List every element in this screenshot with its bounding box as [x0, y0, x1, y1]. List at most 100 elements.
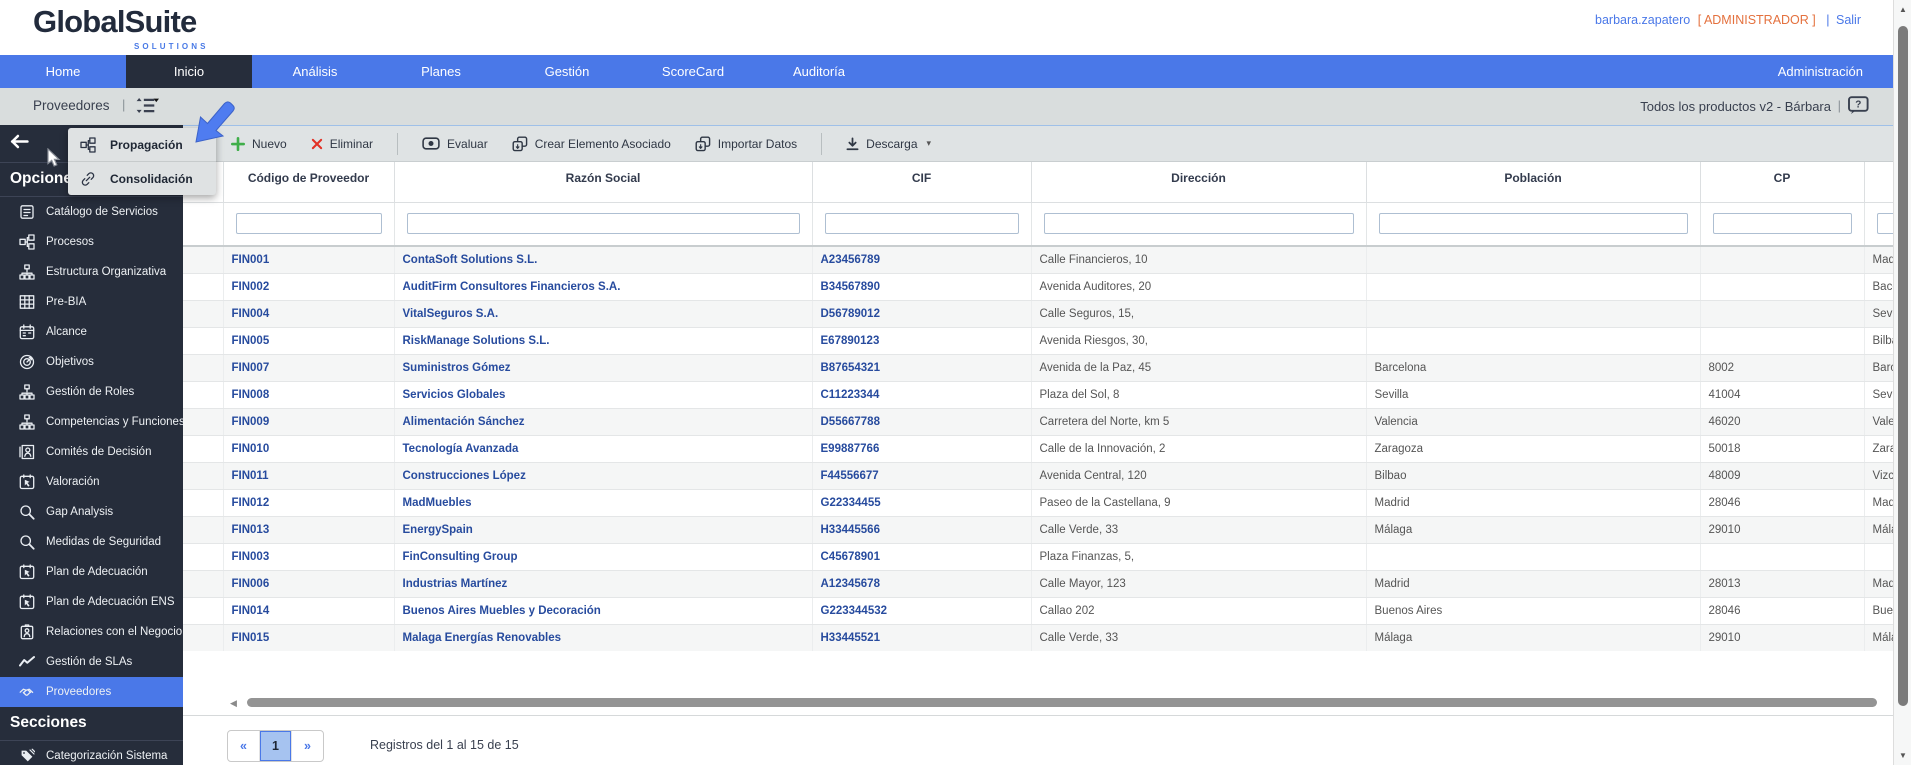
filter-input-provincia[interactable]: [1876, 213, 1893, 235]
cell-codigo[interactable]: FIN006: [223, 570, 395, 598]
column-header-cif[interactable]: CIF: [812, 162, 1032, 203]
sidebar-item-medidas-de-seguridad[interactable]: Medidas de Seguridad: [0, 527, 183, 557]
table-row[interactable]: FIN015 Malaga Energías Renovables H3344552…: [183, 624, 1893, 651]
table-row[interactable]: FIN005 RiskManage Solutions S.L. E67890123…: [183, 327, 1893, 355]
sidebar-item-comites-de-decision[interactable]: Comités de Decisión: [0, 437, 183, 467]
menu-item-consolidacion[interactable]: Consolidación: [68, 161, 216, 195]
sidebar-item-objetivos[interactable]: Objetivos: [0, 347, 183, 377]
cell-razon[interactable]: Malaga Energías Renovables: [394, 624, 813, 651]
table-row[interactable]: FIN012 MadMuebles G22334455 Paseo de la Cas…: [183, 489, 1893, 517]
cell-codigo[interactable]: FIN013: [223, 516, 395, 544]
table-row[interactable]: FIN007 Suministros Gómez B87654321 Avenida …: [183, 354, 1893, 382]
cell-razon[interactable]: Industrias Martínez: [394, 570, 813, 598]
cell-cif[interactable]: E99887766: [812, 435, 1032, 463]
cell-razon[interactable]: FinConsulting Group: [394, 543, 813, 571]
tab-auditoria[interactable]: Auditoría: [756, 55, 882, 88]
cell-codigo[interactable]: FIN010: [223, 435, 395, 463]
cell-codigo[interactable]: FIN004: [223, 300, 395, 328]
cell-cif[interactable]: G223344532: [812, 597, 1032, 625]
column-header-razon[interactable]: Razón Social: [394, 162, 813, 203]
nuevo-button[interactable]: Nuevo: [231, 136, 287, 151]
table-row[interactable]: FIN014 Buenos Aires Muebles y Decoración G…: [183, 597, 1893, 625]
cell-codigo[interactable]: FIN001: [223, 246, 395, 274]
cell-codigo[interactable]: FIN005: [223, 327, 395, 355]
sidebar-item-valoracion[interactable]: Valoración: [0, 467, 183, 497]
back-arrow-icon[interactable]: [10, 134, 29, 154]
cell-codigo[interactable]: FIN014: [223, 597, 395, 625]
cell-razon[interactable]: Construcciones López: [394, 462, 813, 490]
table-row[interactable]: FIN001 ContaSoft Solutions S.L. A23456789 C…: [183, 246, 1893, 274]
cell-razon[interactable]: RiskManage Solutions S.L.: [394, 327, 813, 355]
cell-cif[interactable]: B34567890: [812, 273, 1032, 301]
table-row[interactable]: FIN006 Industrias Martínez A12345678 Calle …: [183, 570, 1893, 598]
page-1-button[interactable]: 1: [260, 731, 292, 761]
table-row[interactable]: FIN008 Servicios Globales C11223344 Plaza d…: [183, 381, 1893, 409]
sidebar-item-plan-de-adecuacion-ens[interactable]: Plan de Adecuación ENS: [0, 587, 183, 617]
horizontal-scroll-thumb[interactable]: [247, 698, 1877, 707]
importar-datos-button[interactable]: Importar Datos: [695, 136, 797, 152]
cell-cif[interactable]: A23456789: [812, 246, 1032, 274]
sidebar-item-alcance[interactable]: Alcance: [0, 317, 183, 347]
username-link[interactable]: barbara.zapatero: [1595, 13, 1690, 27]
filter-input-cif[interactable]: [824, 213, 1019, 235]
cell-razon[interactable]: AuditFirm Consultores Financieros S.A.: [394, 273, 813, 301]
cell-cif[interactable]: F44556677: [812, 462, 1032, 490]
cell-cif[interactable]: D56789012: [812, 300, 1032, 328]
column-header-provincia[interactable]: [1864, 162, 1893, 203]
table-row[interactable]: FIN002 AuditFirm Consultores Financieros …: [183, 273, 1893, 301]
tab-scorecard[interactable]: ScoreCard: [630, 55, 756, 88]
help-question-icon[interactable]: ?: [1848, 96, 1869, 120]
table-row[interactable]: FIN003 FinConsulting Group C45678901 Plaza …: [183, 543, 1893, 571]
filter-input-razon[interactable]: [406, 213, 800, 235]
cell-razon[interactable]: MadMuebles: [394, 489, 813, 517]
cell-cif[interactable]: D55667788: [812, 408, 1032, 436]
scroll-left-arrow-icon[interactable]: ◀: [230, 698, 237, 709]
filter-input-codigo[interactable]: [235, 213, 382, 235]
cell-codigo[interactable]: FIN002: [223, 273, 395, 301]
scroll-down-arrow-icon[interactable]: ▼: [1894, 751, 1911, 760]
cell-codigo[interactable]: FIN012: [223, 489, 395, 517]
cell-codigo[interactable]: FIN007: [223, 354, 395, 382]
sidebar-item-catalogo-de-servicios[interactable]: Catálogo de Servicios: [0, 197, 183, 227]
sidebar-item-gestion-de-roles[interactable]: Gestión de Roles: [0, 377, 183, 407]
sidebar-item-pre-bia[interactable]: Pre-BIA: [0, 287, 183, 317]
sidebar-item-competencias-y-funciones[interactable]: Competencias y Funciones: [0, 407, 185, 437]
page-last-button[interactable]: »: [292, 731, 323, 761]
cell-cif[interactable]: C45678901: [812, 543, 1032, 571]
tab-administracion[interactable]: Administración: [1748, 55, 1893, 88]
cell-razon[interactable]: Suministros Gómez: [394, 354, 813, 382]
cell-razon[interactable]: EnergySpain: [394, 516, 813, 544]
cell-razon[interactable]: Buenos Aires Muebles y Decoración: [394, 597, 813, 625]
sidebar-item-procesos[interactable]: Procesos: [0, 227, 183, 257]
column-header-cp[interactable]: CP: [1700, 162, 1865, 203]
cell-codigo[interactable]: FIN011: [223, 462, 395, 490]
sort-list-menu-icon[interactable]: [136, 97, 159, 119]
cell-cif[interactable]: H33445521: [812, 624, 1032, 651]
cell-cif[interactable]: A12345678: [812, 570, 1032, 598]
column-header-poblacion[interactable]: Población: [1366, 162, 1701, 203]
eliminar-button[interactable]: Eliminar: [311, 137, 373, 151]
evaluar-button[interactable]: Evaluar: [422, 137, 488, 151]
sidebar-item-plan-de-adecuacion[interactable]: Plan de Adecuación: [0, 557, 183, 587]
sidebar-item-gap-analysis[interactable]: Gap Analysis: [0, 497, 183, 527]
cell-cif[interactable]: H33445566: [812, 516, 1032, 544]
filter-input-poblacion[interactable]: [1378, 213, 1688, 235]
tab-planes[interactable]: Planes: [378, 55, 504, 88]
vertical-scrollbar[interactable]: ▲ ▼: [1893, 0, 1911, 765]
cell-razon[interactable]: ContaSoft Solutions S.L.: [394, 246, 813, 274]
table-row[interactable]: FIN004 VitalSeguros S.A. D56789012 Calle Se…: [183, 300, 1893, 328]
sidebar-item-relaciones-con-el-negocio[interactable]: Relaciones con el Negocio: [0, 617, 183, 647]
table-row[interactable]: FIN009 Alimentación Sánchez D55667788 Carre…: [183, 408, 1893, 436]
cell-codigo[interactable]: FIN015: [223, 624, 395, 651]
filter-input-direccion[interactable]: [1043, 213, 1354, 235]
sidebar-item-proveedores[interactable]: Proveedores: [0, 677, 183, 707]
logout-link[interactable]: Salir: [1836, 13, 1861, 27]
table-row[interactable]: FIN010 Tecnología Avanzada E99887766 Calle …: [183, 435, 1893, 463]
tab-home[interactable]: Home: [0, 55, 126, 88]
horizontal-scrollbar[interactable]: ◀: [183, 696, 1893, 710]
page-first-button[interactable]: «: [228, 731, 260, 761]
filter-input-cp[interactable]: [1712, 213, 1852, 235]
cell-razon[interactable]: Alimentación Sánchez: [394, 408, 813, 436]
tab-inicio[interactable]: Inicio: [126, 55, 252, 88]
column-header-direccion[interactable]: Dirección: [1031, 162, 1367, 203]
